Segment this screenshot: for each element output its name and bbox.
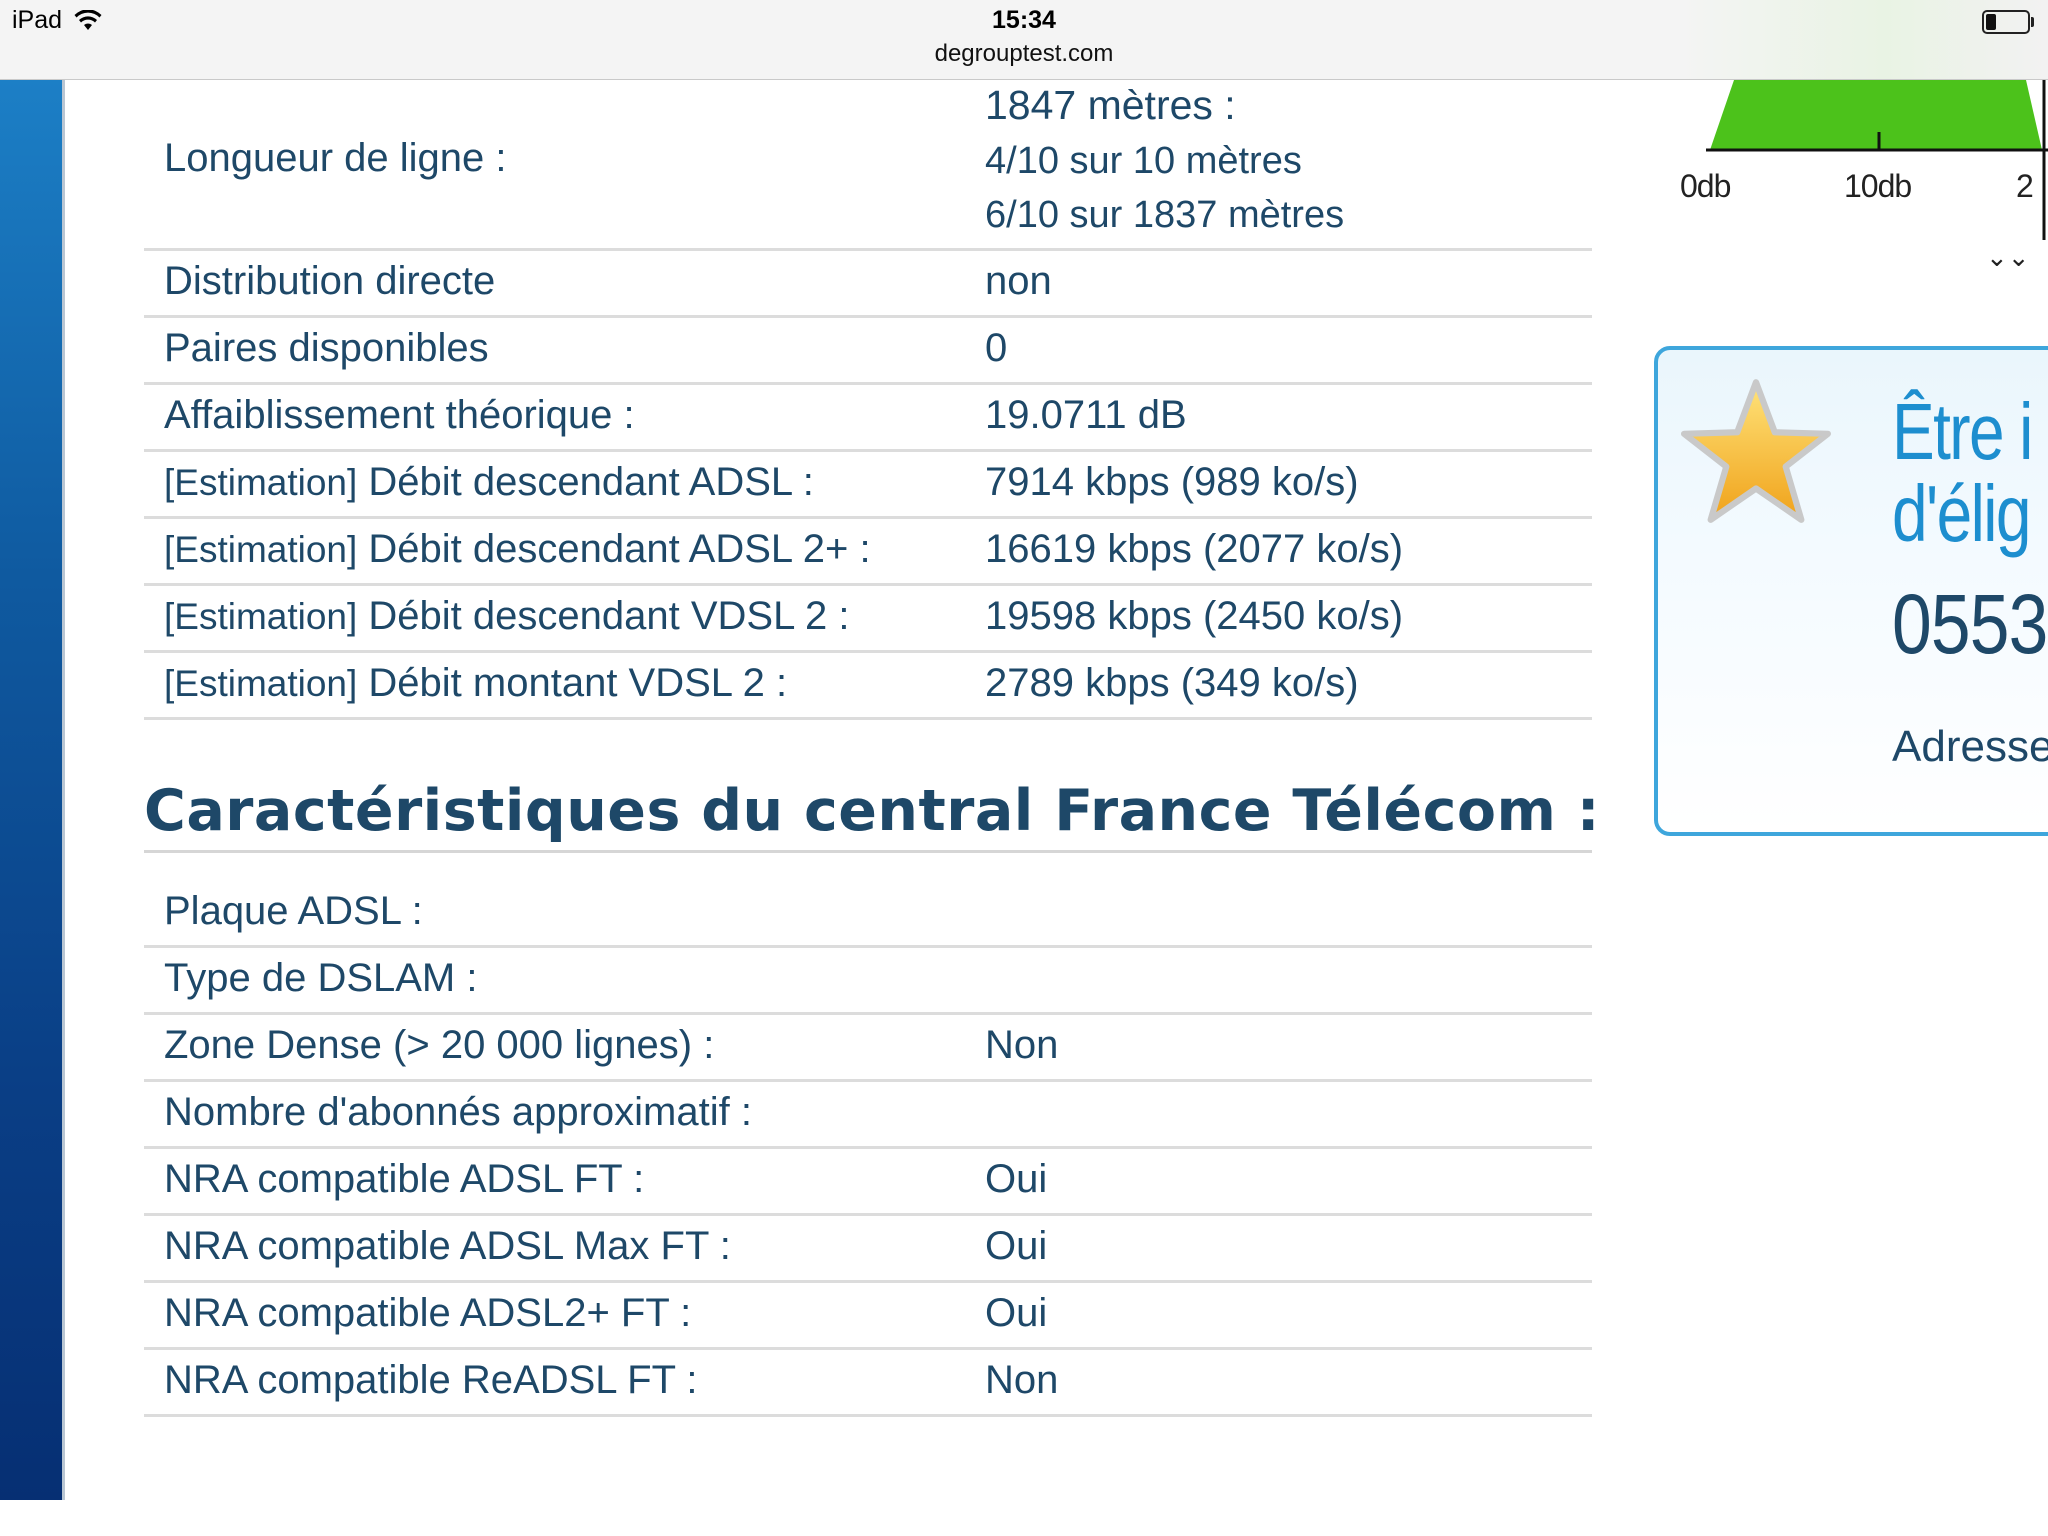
table-row: [Estimation] Débit montant VDSL 2 : 2789…: [144, 653, 1592, 720]
estimation-prefix: [Estimation]: [164, 462, 358, 503]
promo-phone-number[interactable]: 0553: [1892, 576, 2048, 673]
row-label: NRA compatible ADSL FT :: [164, 1157, 645, 1201]
row-value: Oui: [985, 1157, 1048, 1201]
row-value: Oui: [985, 1291, 1048, 1335]
clock: 15:34: [992, 6, 1056, 34]
estimate-label: Débit descendant ADSL 2+ :: [357, 527, 871, 571]
row-label: [Estimation] Débit descendant ADSL 2+ :: [164, 527, 871, 572]
address-bar-url[interactable]: degrouptest.com: [0, 40, 2048, 68]
row-label: Nombre d'abonnés approximatif :: [164, 1090, 752, 1134]
attenuation-chart: ⌄⌄ 0db 10db 2: [1680, 80, 2048, 290]
table-row: Type de DSLAM :: [144, 948, 1592, 1015]
row-value: non: [985, 259, 1052, 303]
promo-title-line-2: d'élig: [1892, 469, 2031, 558]
row-label: [Estimation] Débit descendant ADSL :: [164, 460, 814, 505]
table-row: NRA compatible ReADSL FT : Non: [144, 1350, 1592, 1417]
row-label: Type de DSLAM :: [164, 956, 478, 1000]
table-row: Affaiblissement théorique : 19.0711 dB: [144, 385, 1592, 452]
line-length-segment-2: 6/10 sur 1837 mètres: [985, 194, 1345, 236]
row-label: [Estimation] Débit montant VDSL 2 :: [164, 661, 787, 706]
star-icon: [1681, 379, 1831, 523]
status-bar: iPad 15:34 degrouptest.com: [0, 0, 2048, 80]
left-sidebar-stripe: [0, 80, 65, 1500]
table-row: Distribution directe non: [144, 251, 1592, 318]
main-content: Longueur de ligne : 1847 mètres : 4/10 s…: [144, 80, 1600, 1417]
eligibility-promo-box[interactable]: Être i d'élig 0553 Adresse: [1654, 346, 2048, 836]
table-row: Plaque ADSL :: [144, 881, 1592, 948]
row-value: 2789 kbps (349 ko/s): [985, 661, 1359, 705]
line-length-segment-1: 4/10 sur 10 mètres: [985, 140, 1302, 182]
row-label: [Estimation] Débit descendant VDSL 2 :: [164, 594, 849, 639]
estimation-prefix: [Estimation]: [164, 529, 358, 570]
table-row: NRA compatible ADSL FT : Oui: [144, 1149, 1592, 1216]
section-title-central: Caractéristiques du central France Téléc…: [144, 778, 1600, 853]
line-length-row: Longueur de ligne : 1847 mètres : 4/10 s…: [144, 80, 1592, 251]
estimate-label: Débit montant VDSL 2 :: [357, 661, 788, 705]
row-label: Zone Dense (> 20 000 lignes) :: [164, 1023, 715, 1067]
row-label: Plaque ADSL :: [164, 889, 423, 933]
table-row: Paires disponibles 0: [144, 318, 1592, 385]
row-label: NRA compatible ADSL Max FT :: [164, 1224, 731, 1268]
line-length-label: Longueur de ligne :: [164, 136, 507, 180]
line-length-total: 1847 mètres :: [985, 82, 1236, 128]
chart-tick-label: 10db: [1844, 168, 1912, 204]
row-label: Paires disponibles: [164, 326, 489, 370]
chart-tick-label: 0db: [1680, 168, 1731, 204]
estimate-label: Débit descendant ADSL :: [357, 460, 814, 504]
chart-stray-mark: ⌄⌄: [1986, 243, 2030, 273]
table-row: NRA compatible ADSL2+ FT : Oui: [144, 1283, 1592, 1350]
estimation-prefix: [Estimation]: [164, 596, 358, 637]
table-row: Nombre d'abonnés approximatif :: [144, 1082, 1592, 1149]
row-value: 7914 kbps (989 ko/s): [985, 460, 1359, 504]
row-value: Non: [985, 1358, 1059, 1402]
table-row: NRA compatible ADSL Max FT : Oui: [144, 1216, 1592, 1283]
row-value: Oui: [985, 1224, 1048, 1268]
chart-green-area: [1710, 80, 2042, 150]
row-label: Distribution directe: [164, 259, 496, 303]
row-label: Affaiblissement théorique :: [164, 393, 635, 437]
row-value: Non: [985, 1023, 1059, 1067]
promo-address-label: Adresse: [1892, 722, 2048, 771]
promo-title-line-1: Être i: [1892, 387, 2033, 476]
chart-tick-label: 2: [2016, 168, 2034, 204]
row-value: 19598 kbps (2450 ko/s): [985, 594, 1404, 638]
estimate-label: Débit descendant VDSL 2 :: [357, 594, 850, 638]
estimation-prefix: [Estimation]: [164, 663, 358, 704]
row-value: 16619 kbps (2077 ko/s): [985, 527, 1404, 571]
table-row: Zone Dense (> 20 000 lignes) : Non: [144, 1015, 1592, 1082]
row-value: 0: [985, 326, 1008, 370]
table-row: [Estimation] Débit descendant ADSL 2+ : …: [144, 519, 1592, 586]
table-row: [Estimation] Débit descendant VDSL 2 : 1…: [144, 586, 1592, 653]
row-label: NRA compatible ReADSL FT :: [164, 1358, 698, 1402]
row-label: NRA compatible ADSL2+ FT :: [164, 1291, 692, 1335]
table-row: [Estimation] Débit descendant ADSL : 791…: [144, 452, 1592, 519]
row-value: 19.0711 dB: [985, 393, 1187, 437]
battery-icon: [1982, 10, 2034, 34]
